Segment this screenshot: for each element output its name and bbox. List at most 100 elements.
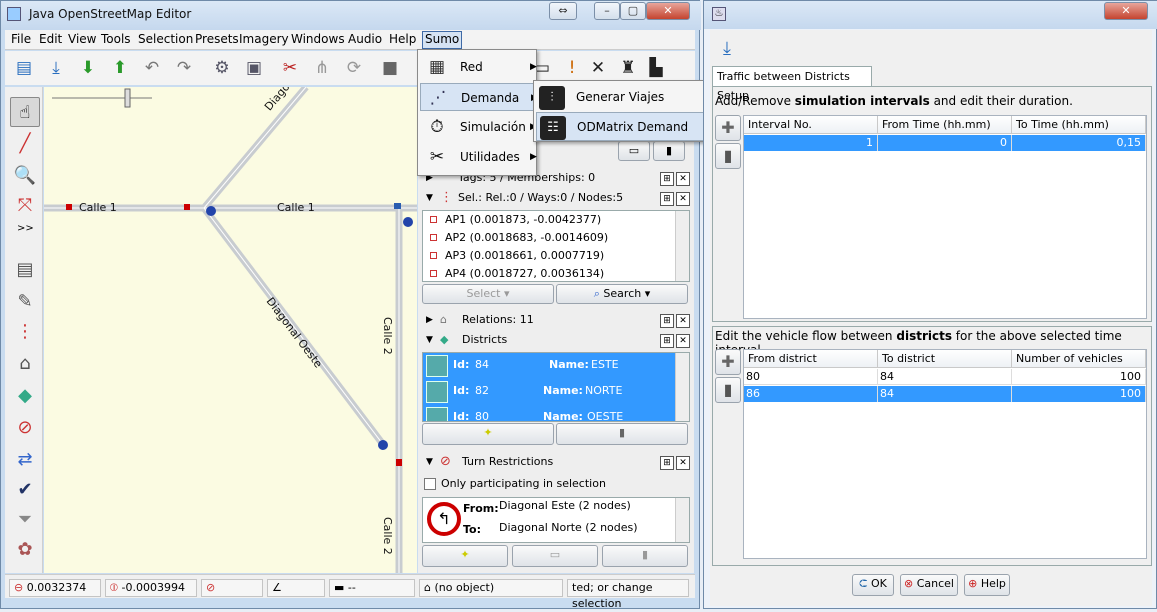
switch-window-icon[interactable]: ⇔ bbox=[549, 2, 577, 20]
table-header[interactable]: Interval No. bbox=[744, 116, 878, 134]
scrollbar[interactable] bbox=[675, 353, 689, 421]
menu-item-simulacion[interactable]: ⏱ Simulación▶ bbox=[420, 113, 537, 141]
select-button[interactable]: Select ▾ bbox=[422, 284, 554, 304]
dialog-close-button[interactable]: ✕ bbox=[1104, 2, 1148, 20]
menu-sumo[interactable]: Sumo bbox=[422, 31, 463, 49]
delete-restriction-button[interactable]: ▮ bbox=[602, 545, 688, 567]
maximize-button[interactable]: ▢ bbox=[620, 2, 646, 20]
info-icon[interactable]: ▣ bbox=[241, 55, 267, 81]
add-interval-button[interactable]: ✚ bbox=[715, 115, 741, 141]
detach-icon[interactable]: ⊞ bbox=[660, 172, 674, 186]
menu-edit[interactable]: Edit bbox=[39, 32, 62, 46]
list-item[interactable]: Id: 80 Name: OESTE bbox=[423, 405, 675, 421]
collapse-icon[interactable]: ▶ bbox=[426, 315, 433, 325]
delete-district-button[interactable]: ▮ bbox=[556, 423, 688, 445]
more-tools-icon[interactable]: >> bbox=[17, 223, 34, 234]
menu-item-utilidades[interactable]: ✂ Utilidades ▶ bbox=[420, 143, 537, 171]
remove-flow-button[interactable]: ▮ bbox=[715, 377, 741, 403]
menu-selection[interactable]: Selection bbox=[138, 32, 193, 46]
layers-icon[interactable]: ▤ bbox=[10, 255, 40, 285]
reverse-way-icon[interactable]: ⟳ bbox=[341, 55, 367, 81]
list-item[interactable]: AP3 (0.0018661, 0.0007719) bbox=[423, 247, 689, 265]
split-way-icon[interactable]: ✂ bbox=[277, 55, 303, 81]
download-icon[interactable]: ⬇ bbox=[75, 55, 101, 81]
menu-tools[interactable]: Tools bbox=[101, 32, 131, 46]
map-paint-icon[interactable]: ✿ bbox=[10, 535, 40, 565]
preferences-icon[interactable]: ⚙ bbox=[209, 55, 235, 81]
close-panel-icon[interactable]: ✕ bbox=[676, 192, 690, 206]
properties-icon[interactable]: ✎ bbox=[10, 287, 40, 317]
collapse-icon[interactable]: ▼ bbox=[426, 193, 433, 203]
list-item[interactable]: AP1 (0.001873, -0.0042377) bbox=[423, 211, 689, 229]
only-participating-checkbox[interactable] bbox=[424, 478, 436, 490]
node-icon[interactable]: ■ bbox=[377, 55, 403, 81]
menu-presets[interactable]: Presets bbox=[195, 32, 239, 46]
collapse-icon[interactable]: ▼ bbox=[426, 335, 433, 345]
selection-list-icon[interactable]: ⋮ bbox=[10, 317, 40, 347]
menu-item-red[interactable]: ▦ Red ▶ bbox=[420, 53, 537, 81]
menu-item-generar-viajes[interactable]: ⫶ Generar Viajes Aleatorios bbox=[536, 83, 713, 133]
scrollbar[interactable] bbox=[675, 211, 689, 281]
edit-property-button[interactable]: ▭ bbox=[618, 141, 650, 161]
edit-restriction-button[interactable]: ▭ bbox=[512, 545, 598, 567]
close-panel-icon[interactable]: ✕ bbox=[676, 314, 690, 328]
collapse-icon[interactable]: ▼ bbox=[426, 457, 433, 467]
new-restriction-button[interactable]: ✦ bbox=[422, 545, 508, 567]
new-district-button[interactable]: ✦ bbox=[422, 423, 554, 445]
menu-item-odmatrix[interactable]: ☷ ODMatrix Demand bbox=[536, 112, 713, 141]
tab-traffic-setup[interactable]: Traffic between Districts Setup bbox=[712, 66, 872, 102]
scrollbar[interactable] bbox=[675, 498, 689, 542]
combine-way-icon[interactable]: ⋔ bbox=[309, 55, 335, 81]
list-item[interactable]: Id: 84 Name: ESTE bbox=[423, 353, 675, 379]
factory-icon[interactable]: ▙ bbox=[643, 55, 669, 81]
table-row[interactable]: 80 84 100 bbox=[744, 369, 1146, 385]
search-button[interactable]: ⌕ Search ▾ bbox=[556, 284, 688, 304]
castle-icon[interactable]: ♜ bbox=[615, 55, 641, 81]
delete-property-button[interactable]: ▮ bbox=[653, 141, 685, 161]
list-item[interactable]: Id: 82 Name: NORTE bbox=[423, 379, 675, 405]
draw-mode-icon[interactable]: ╱ bbox=[10, 129, 40, 159]
menu-windows[interactable]: Windows bbox=[291, 32, 345, 46]
minimize-button[interactable]: – bbox=[594, 2, 620, 20]
cancel-button[interactable]: ⊗ Cancel bbox=[900, 574, 958, 596]
delete-mode-icon[interactable]: ⤧ bbox=[10, 191, 40, 221]
turn-restrictions-list[interactable]: ↰ From: Diagonal Este (2 nodes) To: Diag… bbox=[422, 497, 690, 543]
list-item[interactable]: AP4 (0.0018727, 0.0036134) bbox=[423, 265, 689, 283]
help-button[interactable]: ⊕ Help bbox=[964, 574, 1010, 596]
remove-interval-button[interactable]: ▮ bbox=[715, 143, 741, 169]
table-header[interactable]: From Time (hh.mm) bbox=[878, 116, 1012, 134]
table-header[interactable]: To district bbox=[878, 350, 1012, 368]
conflict-icon[interactable]: ⇄ bbox=[10, 445, 40, 475]
detach-icon[interactable]: ⊞ bbox=[660, 314, 674, 328]
add-flow-button[interactable]: ✚ bbox=[715, 349, 741, 375]
menu-imagery[interactable]: Imagery bbox=[239, 32, 289, 46]
redo-icon[interactable]: ↷ bbox=[171, 55, 197, 81]
validator-icon[interactable]: ✔ bbox=[10, 475, 40, 505]
filter-icon[interactable]: ⏷ bbox=[10, 505, 40, 535]
map-view[interactable]: Calle 1 Calle 1 Diagonal N Diagonal Oest… bbox=[44, 87, 417, 573]
table-row[interactable]: 86 84 100 bbox=[744, 386, 1146, 402]
undo-icon[interactable]: ↶ bbox=[139, 55, 165, 81]
menu-item-demanda[interactable]: ⋰ Demanda▶ bbox=[420, 83, 538, 111]
menu-view[interactable]: View bbox=[68, 32, 96, 46]
table-header[interactable]: Number of vehicles bbox=[1012, 350, 1146, 368]
detach-icon[interactable]: ⊞ bbox=[660, 334, 674, 348]
ok-button[interactable]: ⮈ OK bbox=[852, 574, 894, 596]
close-panel-icon[interactable]: ✕ bbox=[676, 172, 690, 186]
menu-audio[interactable]: Audio bbox=[348, 32, 382, 46]
zoom-mode-icon[interactable]: 🔍 bbox=[10, 161, 40, 191]
relations-icon[interactable]: ⌂ bbox=[10, 349, 40, 379]
table-row[interactable]: 1 0 0,15 bbox=[744, 135, 1146, 151]
open-location-icon[interactable]: ⤓ bbox=[43, 55, 69, 81]
menu-file[interactable]: File bbox=[11, 32, 31, 46]
warning-icon[interactable]: ! bbox=[559, 55, 585, 81]
list-item[interactable]: AP2 (0.0018683, -0.0014609) bbox=[423, 229, 689, 247]
table-header[interactable]: To Time (hh.mm) bbox=[1012, 116, 1146, 134]
menu-help[interactable]: Help bbox=[389, 32, 416, 46]
detach-icon[interactable]: ⊞ bbox=[660, 192, 674, 206]
upload-icon[interactable]: ⬆ bbox=[107, 55, 133, 81]
districts-icon[interactable]: ◆ bbox=[10, 381, 40, 411]
close-button[interactable]: ✕ bbox=[646, 2, 690, 20]
select-mode-icon[interactable]: ☝ bbox=[10, 97, 40, 127]
detach-icon[interactable]: ⊞ bbox=[660, 456, 674, 470]
